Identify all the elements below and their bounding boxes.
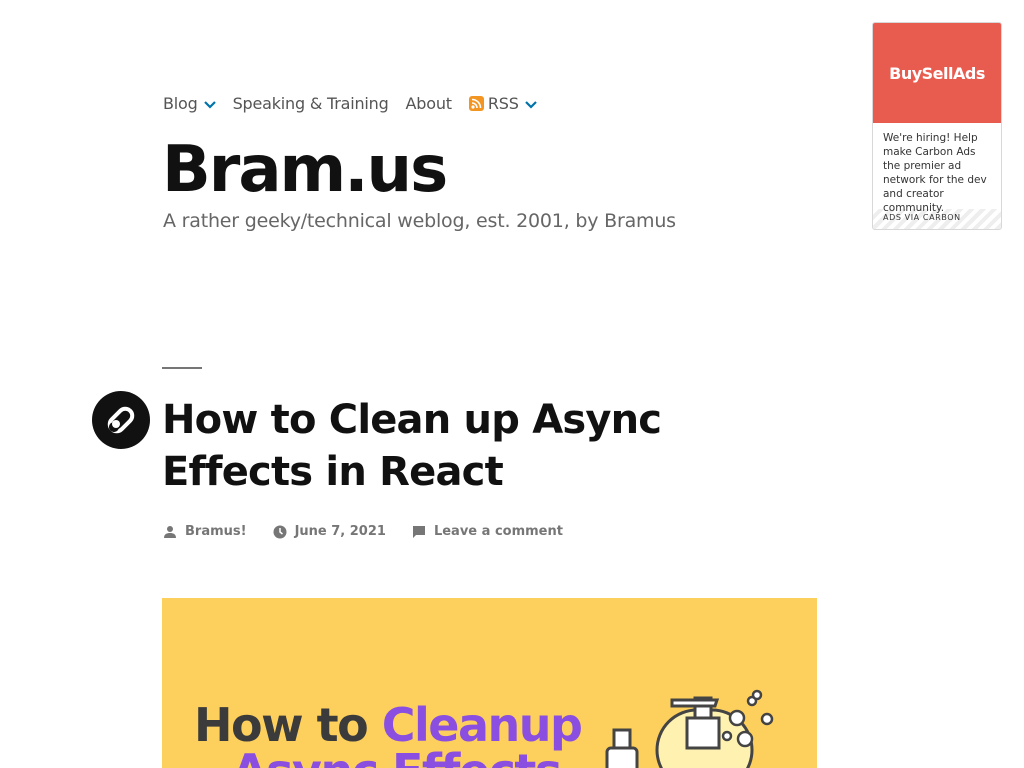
clock-icon <box>273 525 287 538</box>
link-icon <box>92 391 150 449</box>
carbon-ad[interactable]: BuySellAds We're hiring! Help make Carbo… <box>872 22 1002 230</box>
ad-brand-logo: BuySellAds <box>889 63 985 83</box>
nav-item-label: About <box>405 94 453 113</box>
post-title[interactable]: How to Clean up Async Effects in React <box>162 394 822 498</box>
nav-item-speaking-training[interactable]: Speaking & Training <box>233 94 389 113</box>
nav-item-label: Speaking & Training <box>232 94 389 113</box>
site-title[interactable]: Bram.us <box>162 138 448 202</box>
featured-image: How to Cleanup Async Effects <box>162 598 817 768</box>
post-comments[interactable]: Leave a comment <box>412 524 563 539</box>
post-date[interactable]: June 7, 2021 <box>273 524 386 539</box>
person-icon <box>164 525 176 538</box>
feature-heading-line2: Async Effects <box>232 744 562 768</box>
author-name: Bramus! <box>185 524 247 539</box>
main-navigation: Blog Speaking & Training About RSS <box>163 94 554 113</box>
rss-icon <box>468 96 488 111</box>
chevron-down-icon <box>203 94 216 113</box>
nav-item-rss[interactable]: RSS <box>468 94 537 113</box>
soap-dispenser-illustration <box>605 689 774 768</box>
ad-text[interactable]: We're hiring! Help make Carbon Ads the p… <box>873 123 1001 214</box>
post-author[interactable]: Bramus! <box>163 524 247 539</box>
date-text: June 7, 2021 <box>294 524 386 539</box>
comment-icon <box>412 525 425 538</box>
nav-item-label: Blog <box>163 94 198 113</box>
nav-item-blog[interactable]: Blog <box>163 94 216 113</box>
ad-image[interactable]: BuySellAds <box>873 23 1001 123</box>
nav-item-label: RSS <box>487 94 519 113</box>
chevron-down-icon <box>524 94 537 113</box>
site-description: A rather geeky/technical weblog, est. 20… <box>163 210 676 232</box>
nav-item-about[interactable]: About <box>405 94 453 113</box>
post-meta: Bramus! June 7, 2021 Leave a comment <box>163 524 589 539</box>
separator <box>162 367 202 369</box>
comments-text: Leave a comment <box>433 524 563 539</box>
